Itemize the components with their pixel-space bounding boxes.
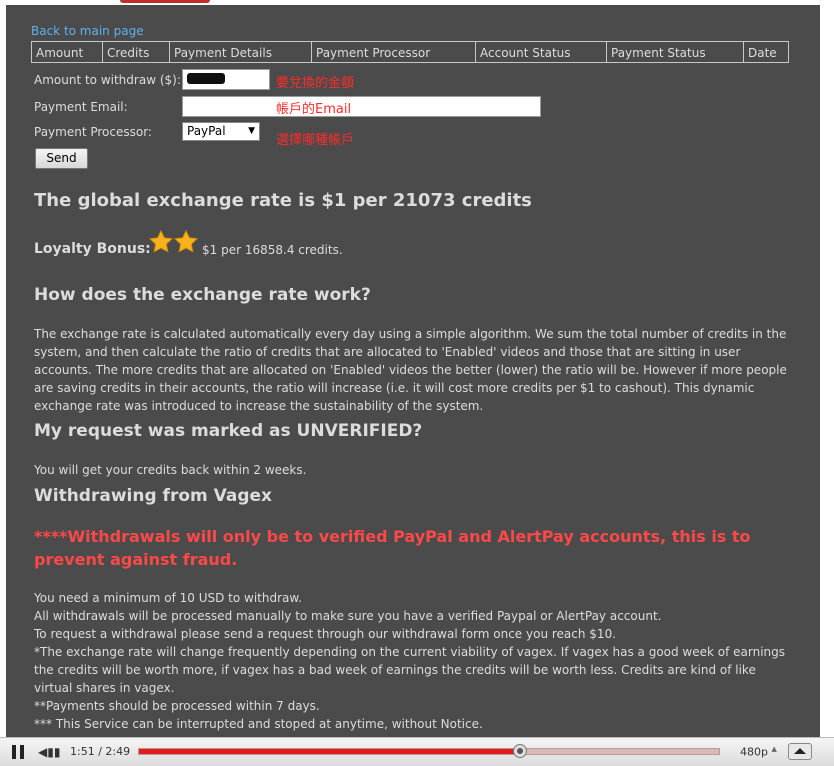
how-rate-works-heading: How does the exchange rate work? <box>34 285 371 305</box>
col-payment-status[interactable]: Payment Status <box>606 41 744 63</box>
rule-line: To request a withdrawal please send a re… <box>34 627 617 641</box>
rule-line: *The exchange rate will change frequentl… <box>34 645 786 695</box>
rule-line: You need a minimum of 10 USD to withdraw… <box>34 591 302 605</box>
loyalty-label: Loyalty Bonus: <box>34 241 151 257</box>
star-icon <box>173 229 199 253</box>
send-button[interactable]: Send <box>35 148 88 169</box>
quality-up-icon: ▲ <box>771 745 777 753</box>
how-rate-works-body: The exchange rate is calculated automati… <box>34 327 787 413</box>
exchange-rate-headline: The global exchange rate is $1 per 21073… <box>34 190 532 211</box>
col-amount[interactable]: Amount <box>31 41 103 63</box>
withdrawing-heading: Withdrawing from Vagex <box>34 486 273 506</box>
email-label: Payment Email: <box>34 100 128 114</box>
email-input[interactable] <box>182 96 541 117</box>
back-to-main-link[interactable]: Back to main page <box>31 24 144 38</box>
table-header-row: Amount Credits Payment Details Payment P… <box>31 41 789 63</box>
unverified-heading: My request was marked as UNVERIFIED? <box>34 421 423 441</box>
withdraw-rules: You need a minimum of 10 USD to withdraw… <box>34 589 794 733</box>
withdraw-panel: Back to main page Amount Credits Payment… <box>6 5 820 737</box>
rule-line: *** This Service can be interrupted and … <box>34 717 483 731</box>
rule-line: All withdrawals will be processed manual… <box>34 609 662 623</box>
playback-time: 1:51 / 2:49 <box>70 745 131 758</box>
processor-value: PayPal <box>187 124 226 138</box>
withdrawal-history-table: Amount Credits Payment Details Payment P… <box>31 41 789 63</box>
processor-note: 選擇哪種帳戶 <box>276 133 355 148</box>
email-note: 帳戶的Email <box>276 102 352 117</box>
fraud-warning: ****Withdrawals will only be to verified… <box>34 527 751 569</box>
col-payment-processor[interactable]: Payment Processor <box>311 41 476 63</box>
rule-line: **Payments should be processed within 7 … <box>34 699 320 713</box>
processor-label: Payment Processor: <box>34 125 152 139</box>
amount-note: 要兌換的金額 <box>276 76 355 91</box>
col-date[interactable]: Date <box>743 41 789 63</box>
quality-value: 480p <box>740 745 768 759</box>
unverified-body: You will get your credits back within 2 … <box>34 463 307 477</box>
top-accent <box>120 0 210 3</box>
star-icon <box>148 229 174 253</box>
video-player-controls: ◀▮▮ 1:51 / 2:49 480p ▲ <box>0 737 834 766</box>
progress-fill <box>139 749 521 754</box>
col-account-status[interactable]: Account Status <box>475 41 607 63</box>
amount-label: Amount to withdraw ($): <box>34 73 181 87</box>
redacted-value <box>187 73 225 84</box>
quality-selector[interactable]: 480p ▲ <box>740 745 777 759</box>
scrubber-handle[interactable] <box>513 744 528 758</box>
pause-icon[interactable] <box>12 745 26 759</box>
volume-icon[interactable]: ◀▮▮ <box>38 745 60 759</box>
progress-bar[interactable] <box>138 744 720 758</box>
dropdown-arrow-icon: ▼ <box>248 126 255 136</box>
fullscreen-icon[interactable] <box>788 743 812 760</box>
col-credits[interactable]: Credits <box>102 41 170 63</box>
loyalty-rate-text: $1 per 16858.4 credits. <box>202 243 343 257</box>
processor-select[interactable]: PayPal ▼ <box>182 122 260 141</box>
amount-input[interactable] <box>182 69 270 90</box>
col-payment-details[interactable]: Payment Details <box>169 41 312 63</box>
